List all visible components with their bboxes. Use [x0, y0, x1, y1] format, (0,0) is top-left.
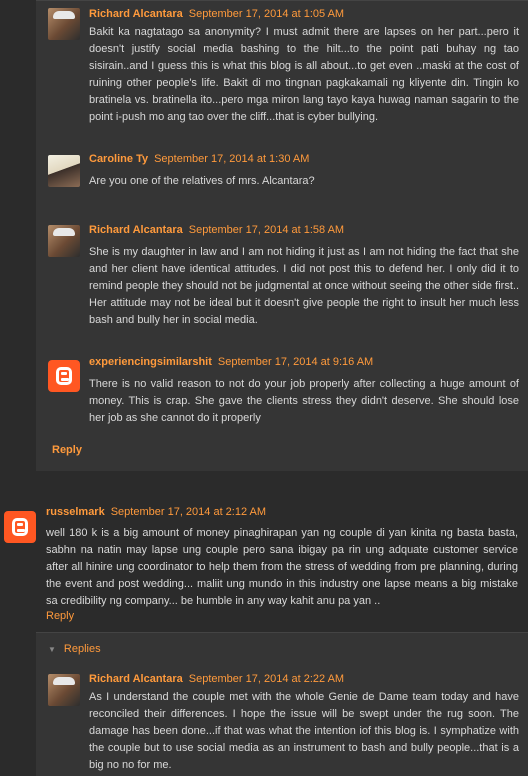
comment-author[interactable]: russelmark [46, 506, 105, 518]
comment-body: There is no valid reason to not do your … [89, 378, 519, 424]
comment-meta: Richard Alcantara September 17, 2014 at 1… [89, 8, 344, 20]
comment-date[interactable]: September 17, 2014 at 9:16 AM [218, 356, 373, 368]
avatar[interactable] [48, 155, 80, 187]
comment-author[interactable]: Caroline Ty [89, 153, 148, 165]
comment: Richard Alcantara September 17, 2014 at 2… [36, 669, 528, 775]
avatar[interactable] [48, 225, 80, 257]
avatar[interactable] [48, 360, 80, 392]
comment-body: Are you one of the relatives of mrs. Alc… [89, 175, 315, 187]
reply-thread: Richard Alcantara September 17, 2014 at 1… [36, 0, 528, 471]
comment-body: Bakit ka nagtatago sa anonymity? I must … [89, 26, 519, 123]
comment: Richard Alcantara September 17, 2014 at 1… [36, 217, 528, 327]
comment-date[interactable]: September 17, 2014 at 2:22 AM [189, 673, 344, 685]
comment-author[interactable]: Richard Alcantara [89, 224, 183, 236]
reply-link[interactable]: Reply [46, 610, 74, 622]
comment-author[interactable]: Richard Alcantara [89, 673, 183, 685]
avatar[interactable] [48, 674, 80, 706]
replies-toggle[interactable]: ▼ Replies [48, 643, 101, 655]
comment-meta: Richard Alcantara September 17, 2014 at 1… [89, 224, 344, 236]
comment-meta: Caroline Ty September 17, 2014 at 1:30 AM [89, 153, 309, 165]
comment-author[interactable]: Richard Alcantara [89, 8, 183, 20]
comment-date[interactable]: September 17, 2014 at 1:58 AM [189, 224, 344, 236]
comment-meta: experiencingsimilarshit September 17, 201… [89, 356, 373, 368]
comment: russelmark September 17, 2014 at 2:12 AM … [0, 500, 528, 630]
comment-body: As I understand the couple met with the … [89, 691, 519, 771]
avatar[interactable] [48, 8, 80, 40]
comment-date[interactable]: September 17, 2014 at 2:12 AM [111, 506, 266, 518]
triangle-down-icon: ▼ [48, 645, 56, 654]
comment-author[interactable]: experiencingsimilarshit [89, 356, 212, 368]
comment-body: well 180 k is a big amount of money pina… [46, 527, 518, 607]
blogger-icon [12, 518, 28, 536]
comment-date[interactable]: September 17, 2014 at 1:05 AM [189, 8, 344, 20]
replies-label: Replies [63, 643, 101, 655]
comment-meta: russelmark September 17, 2014 at 2:12 AM [46, 506, 266, 518]
comment-body: She is my daughter in law and I am not h… [89, 246, 519, 326]
comment: experiencingsimilarshit September 17, 201… [36, 348, 528, 428]
blogger-icon [56, 367, 72, 385]
comment: Caroline Ty September 17, 2014 at 1:30 AM… [36, 147, 528, 197]
comment: Richard Alcantara September 17, 2014 at 1… [36, 1, 528, 123]
comment-date[interactable]: September 17, 2014 at 1:30 AM [154, 153, 309, 165]
comment-meta: Richard Alcantara September 17, 2014 at 2… [89, 673, 344, 685]
reply-thread: ▼ Replies Richard Alcantara September 17, … [36, 632, 528, 776]
reply-link[interactable]: Reply [52, 444, 82, 456]
avatar[interactable] [4, 511, 36, 543]
